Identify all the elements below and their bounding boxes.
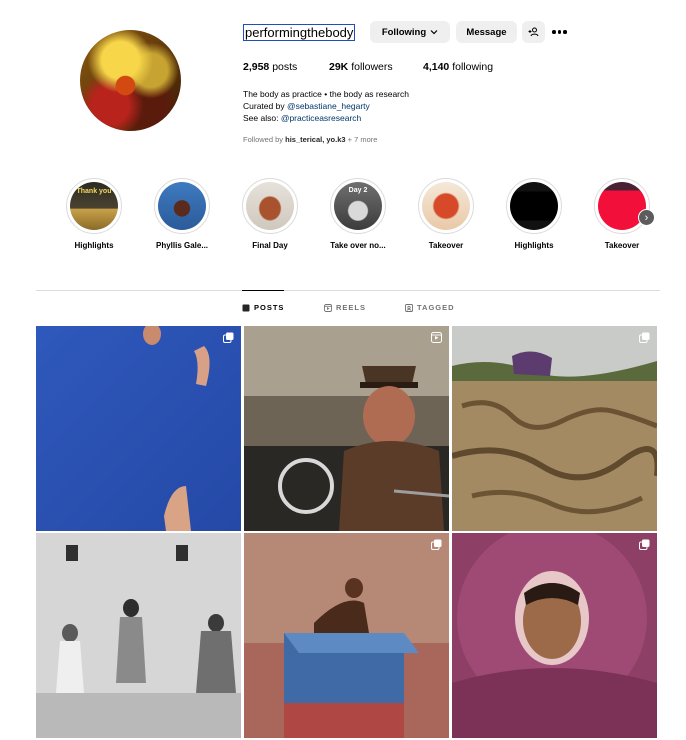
post-thumbnail[interactable] (244, 533, 449, 738)
message-button-label: Message (466, 26, 507, 38)
post-image (244, 326, 449, 531)
profile-avatar[interactable] (80, 30, 181, 131)
post-image (452, 326, 657, 531)
chevron-right-icon[interactable]: › (638, 209, 655, 226)
more-options-icon[interactable] (552, 27, 570, 37)
see-also-link[interactable]: @practiceasresearch (281, 113, 361, 123)
active-tab-indicator (242, 290, 284, 291)
reels-icon (324, 303, 332, 312)
tagged-icon (405, 303, 413, 312)
highlight-item[interactable]: Highlights (494, 178, 574, 250)
carousel-icon (639, 539, 650, 550)
followers-stat[interactable]: 29K followers (329, 61, 393, 73)
bio-line-1: The body as practice • the body as resea… (243, 89, 409, 99)
post-image (452, 533, 657, 738)
curator-link[interactable]: @sebastiane_hegarty (287, 101, 370, 111)
profile-bio: The body as practice • the body as resea… (243, 88, 409, 124)
post-thumbnail[interactable] (244, 326, 449, 531)
highlight-item[interactable]: Thank you Highlights (54, 178, 134, 250)
highlight-item[interactable]: Day 2 Take over no... (318, 178, 398, 250)
tab-reels[interactable]: REELS (324, 303, 366, 312)
chevron-down-icon (430, 30, 438, 35)
carousel-icon (639, 332, 650, 343)
post-thumbnail[interactable] (36, 533, 241, 738)
bio-line-2: Curated by @sebastiane_hegarty (243, 101, 370, 111)
carousel-icon (431, 539, 442, 550)
post-image (244, 533, 449, 738)
post-image (36, 533, 241, 738)
tab-divider (36, 290, 660, 291)
bio-line-3: See also: @practiceasresearch (243, 113, 362, 123)
carousel-icon (223, 332, 234, 343)
grid-icon (242, 304, 250, 311)
post-image (36, 326, 241, 531)
reel-icon (431, 332, 442, 343)
suggested-users-button[interactable] (522, 21, 545, 43)
highlight-item[interactable]: Phyllis Gale... (142, 178, 222, 250)
followed-by[interactable]: Followed by his_terical, yo.k3 + 7 more (243, 135, 377, 144)
following-button-label: Following (381, 26, 427, 38)
message-button[interactable]: Message (456, 21, 517, 43)
highlight-item[interactable]: Final Day (230, 178, 310, 250)
highlight-item[interactable]: Takeover (406, 178, 486, 250)
post-thumbnail[interactable] (452, 533, 657, 738)
post-thumbnail[interactable] (452, 326, 657, 531)
following-button[interactable]: Following (370, 21, 450, 43)
posts-stat: 2,958 posts (243, 61, 298, 73)
story-highlights: Thank you Highlights Phyllis Gale... Fin… (0, 178, 686, 258)
post-thumbnail[interactable] (36, 326, 241, 531)
avatar-image (80, 30, 181, 131)
profile-username[interactable]: performingthebody (243, 24, 356, 41)
tab-posts[interactable]: POSTS (242, 303, 284, 312)
add-user-icon (528, 27, 539, 37)
following-stat[interactable]: 4,140 following (423, 61, 493, 73)
tab-tagged[interactable]: TAGGED (405, 303, 455, 312)
